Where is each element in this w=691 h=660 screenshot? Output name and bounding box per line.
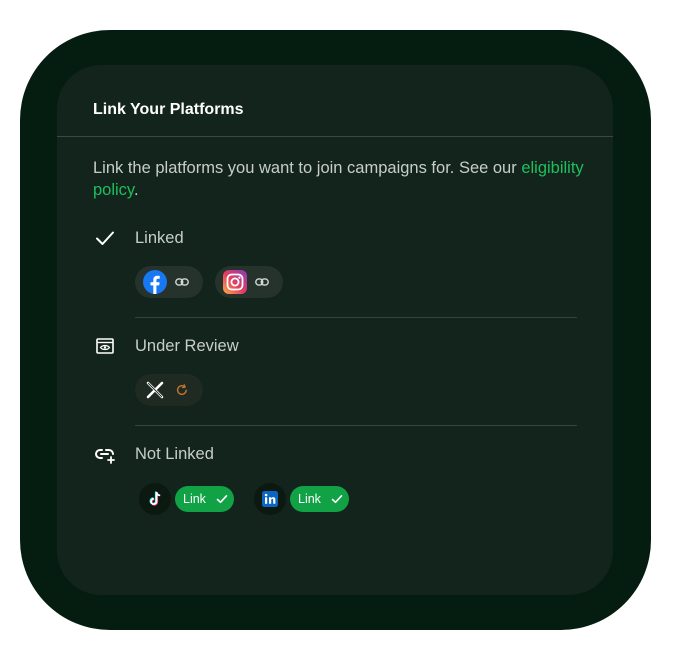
x-icon <box>146 381 164 399</box>
card-title: Link Your Platforms <box>93 101 244 118</box>
linked-platform-instagram[interactable] <box>215 266 283 298</box>
link-linkedin-button[interactable]: Link <box>290 486 349 512</box>
not-linked-platform-linkedin <box>254 483 286 515</box>
description-suffix: . <box>133 181 139 199</box>
check-icon <box>96 231 114 245</box>
link-linkedin-label: Link <box>298 492 321 506</box>
review-platform-x[interactable] <box>135 374 203 406</box>
description: Link the platforms you want to join camp… <box>93 157 593 201</box>
check-icon <box>331 495 343 504</box>
eye-icon <box>96 338 114 354</box>
not-linked-platform-tiktok <box>139 483 171 515</box>
link-tiktok-label: Link <box>183 492 206 506</box>
link-plus-icon <box>95 449 115 464</box>
chain-link-icon <box>175 278 189 286</box>
description-text: Link the platforms you want to join camp… <box>93 159 522 177</box>
section-label-under-review: Under Review <box>135 337 239 355</box>
link-platforms-card: Link Your Platforms Link the platforms y… <box>57 65 613 595</box>
section-label-linked: Linked <box>135 229 184 247</box>
card-header: Link Your Platforms <box>57 65 613 137</box>
check-icon <box>216 495 228 504</box>
section-divider <box>135 317 577 318</box>
link-tiktok-button[interactable]: Link <box>175 486 234 512</box>
section-label-not-linked: Not Linked <box>135 445 214 463</box>
tiktok-icon <box>149 491 161 506</box>
section-divider <box>135 425 577 426</box>
refresh-icon <box>176 384 187 396</box>
linked-platform-facebook[interactable] <box>135 266 203 298</box>
chain-link-icon <box>255 278 269 286</box>
linkedin-icon <box>262 491 278 507</box>
instagram-icon <box>223 270 247 294</box>
facebook-icon <box>143 270 167 294</box>
